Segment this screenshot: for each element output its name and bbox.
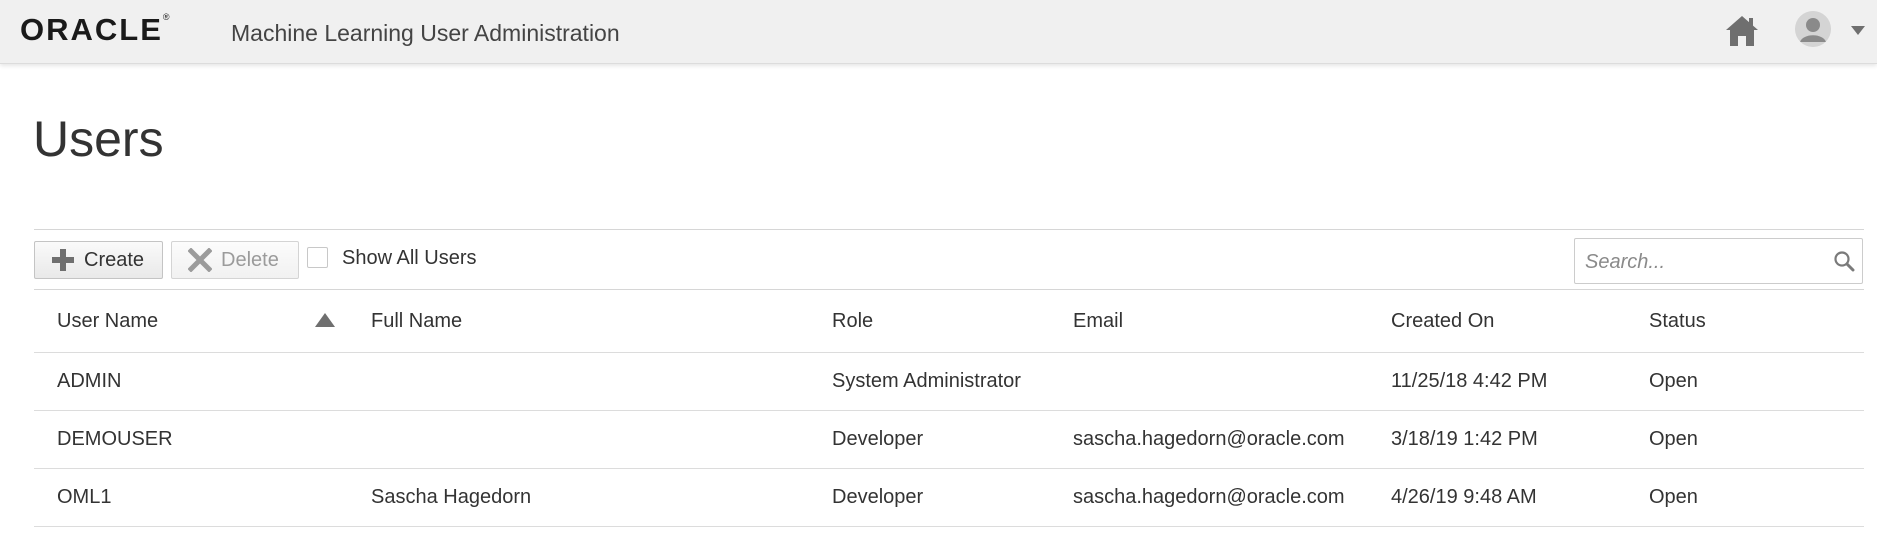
user-avatar-icon[interactable]	[1795, 11, 1831, 47]
role-cell: System Administrator	[832, 370, 1021, 392]
email-cell: sascha.hagedorn@oracle.com	[1073, 428, 1345, 450]
delete-button-label: Delete	[221, 248, 279, 271]
app-title: Machine Learning User Administration	[231, 20, 620, 46]
user-name-link[interactable]: OML1	[57, 486, 111, 509]
create-button-label: Create	[84, 248, 145, 271]
column-header-status[interactable]: Status	[1649, 310, 1706, 333]
table-row[interactable]: DEMOUSER Developer sascha.hagedorn@oracl…	[34, 411, 1864, 469]
role-cell: Developer	[832, 428, 924, 450]
column-header-full-name[interactable]: Full Name	[371, 310, 462, 333]
logo-text: ORACLE	[20, 12, 163, 47]
sort-ascending-icon[interactable]	[315, 313, 335, 327]
page-title: Users	[33, 111, 164, 167]
toolbar-bottom-divider	[34, 289, 1864, 290]
plus-icon	[52, 249, 74, 271]
user-name-link[interactable]: ADMIN	[57, 370, 121, 393]
created-on-cell: 4/26/19 9:48 AM	[1391, 486, 1537, 508]
create-button[interactable]: Create	[34, 241, 163, 279]
table-row[interactable]: OML1 Sascha Hagedorn Developer sascha.ha…	[34, 469, 1864, 527]
search-icon[interactable]	[1833, 250, 1855, 272]
top-bar: ORACLE® Machine Learning User Administra…	[0, 0, 1877, 64]
home-icon[interactable]	[1724, 14, 1760, 48]
oracle-logo[interactable]: ORACLE®	[20, 12, 170, 48]
role-cell: Developer	[832, 486, 924, 508]
column-header-role[interactable]: Role	[832, 310, 873, 333]
users-table: User Name Full Name Role Email Created O…	[34, 291, 1864, 527]
show-all-users-label[interactable]: Show All Users	[342, 247, 477, 270]
search-input[interactable]	[1583, 247, 1827, 277]
delete-button[interactable]: Delete	[171, 241, 299, 279]
chevron-down-icon[interactable]	[1851, 26, 1865, 35]
logo-registered-mark: ®	[162, 12, 170, 22]
full-name-cell: Sascha Hagedorn	[371, 486, 532, 508]
column-header-user-name[interactable]: User Name	[57, 310, 158, 333]
status-cell: Open	[1649, 428, 1698, 450]
column-header-created-on[interactable]: Created On	[1391, 310, 1494, 333]
user-name-link[interactable]: DEMOUSER	[57, 428, 173, 451]
search-box	[1574, 238, 1863, 284]
created-on-cell: 3/18/19 1:42 PM	[1391, 428, 1538, 450]
email-cell: sascha.hagedorn@oracle.com	[1073, 486, 1345, 508]
column-header-email[interactable]: Email	[1073, 310, 1123, 333]
close-icon	[188, 248, 212, 272]
table-row[interactable]: ADMIN System Administrator 11/25/18 4:42…	[34, 353, 1864, 411]
created-on-cell: 11/25/18 4:42 PM	[1391, 370, 1548, 392]
show-all-users-checkbox[interactable]	[307, 247, 328, 268]
status-cell: Open	[1649, 370, 1698, 392]
toolbar-top-divider	[34, 229, 1864, 230]
table-header-row: User Name Full Name Role Email Created O…	[34, 291, 1864, 353]
status-cell: Open	[1649, 486, 1698, 508]
